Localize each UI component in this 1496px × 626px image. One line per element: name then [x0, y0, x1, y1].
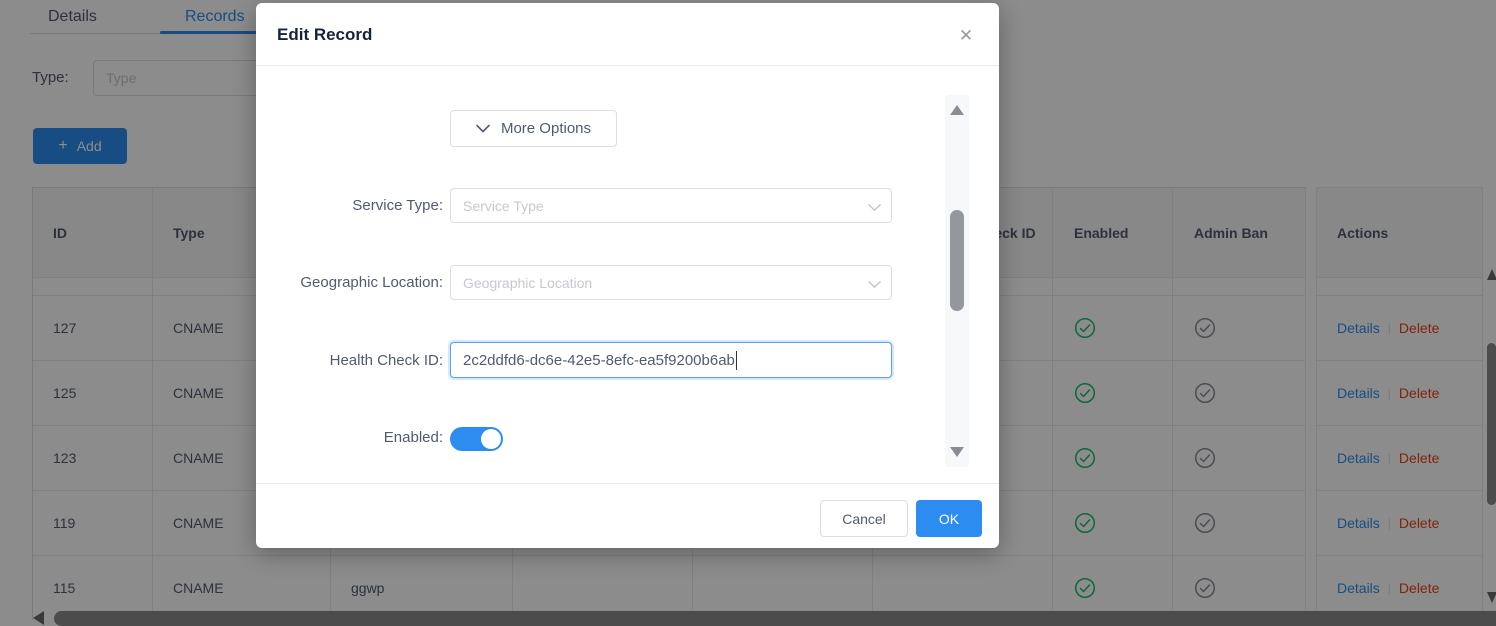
modal-title: Edit Record — [277, 3, 372, 66]
health-check-id-label: Health Check ID: — [256, 342, 443, 378]
chevron-down-icon — [868, 199, 881, 217]
geographic-location-label: Geographic Location: — [256, 265, 443, 300]
enabled-label: Enabled: — [256, 424, 443, 451]
geographic-location-select[interactable]: Geographic Location — [450, 265, 892, 300]
page: Details Records Type: + Add ID Type Heal… — [0, 0, 1496, 626]
enabled-toggle[interactable] — [450, 427, 503, 451]
toggle-knob — [481, 429, 501, 449]
more-options-button[interactable]: More Options — [450, 110, 617, 147]
service-type-select[interactable]: Service Type — [450, 188, 892, 223]
chevron-down-icon — [868, 276, 881, 294]
close-icon[interactable]: ✕ — [953, 23, 979, 49]
modal-footer-divider — [256, 483, 999, 484]
edit-record-modal: Edit Record ✕ More Options Service Type:… — [256, 3, 999, 548]
chevron-down-icon — [476, 124, 490, 133]
cancel-button[interactable]: Cancel — [820, 500, 908, 537]
modal-header: Edit Record ✕ — [256, 3, 999, 66]
more-options-label: More Options — [501, 120, 591, 137]
service-type-label: Service Type: — [256, 188, 443, 223]
health-check-id-value: 2c2ddfd6-dc6e-42e5-8efc-ea5f9200b6ab — [463, 352, 735, 369]
ok-button[interactable]: OK — [916, 500, 982, 537]
scroll-up-arrow-icon[interactable] — [950, 105, 964, 115]
geographic-location-placeholder: Geographic Location — [463, 275, 592, 291]
health-check-id-input[interactable]: 2c2ddfd6-dc6e-42e5-8efc-ea5f9200b6ab — [450, 342, 892, 378]
modal-scrollbar — [945, 95, 969, 467]
service-type-placeholder: Service Type — [463, 198, 544, 214]
modal-scrollbar-thumb[interactable] — [950, 210, 964, 311]
text-cursor — [736, 351, 737, 370]
scroll-down-arrow-icon[interactable] — [950, 447, 964, 457]
